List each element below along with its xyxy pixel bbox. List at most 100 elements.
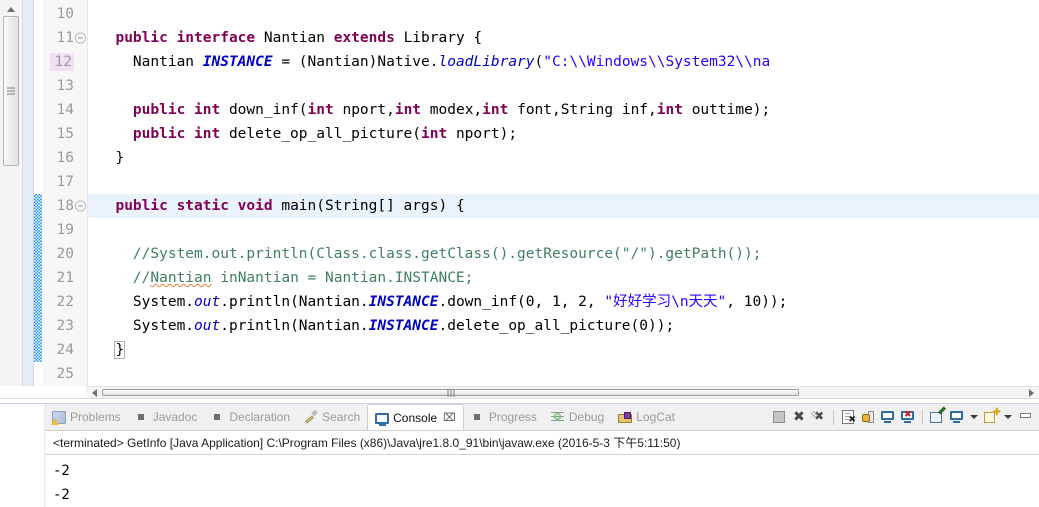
horizontal-scrollbar-thumb[interactable] [102,389,799,396]
tab-progress[interactable]: Progress [464,404,544,430]
code-line-23[interactable]: System.out.println(Nantian.INSTANCE.dele… [88,314,1039,338]
line-number-25[interactable]: 25 [42,362,87,386]
scroll-up-arrow-icon[interactable] [0,2,22,16]
line-number-23[interactable]: 23 [42,314,87,338]
editor-horizontal-scrollbar[interactable] [86,386,1039,398]
code-line-18[interactable]: public static void main(String[] args) { [88,194,1039,218]
line-number-18[interactable]: 18 [42,194,87,218]
scroll-lock-icon [861,410,875,424]
line-number-12[interactable]: 12 [42,50,87,74]
remove-all-terminated-button[interactable] [809,407,829,427]
code-line-15[interactable]: public int delete_op_all_picture(int npo… [88,122,1039,146]
debug-icon [550,410,565,424]
clear-console-button[interactable]: ✖ [838,407,858,427]
token: int [307,102,334,118]
line-number-11[interactable]: 11 [42,26,87,50]
line-number-label: 24 [56,342,74,358]
scroll-right-arrow-icon[interactable] [1023,387,1039,398]
display-selected-console-button[interactable] [947,407,967,427]
remove-launch-icon: ✖ [793,409,805,425]
code-line-12[interactable]: Nantian INSTANCE = (Nantian)Native.loadL… [88,50,1039,74]
line-number-21[interactable]: 21 [42,266,87,290]
code-line-21[interactable]: //Nantian inNantian = Nantian.INSTANCE; [88,266,1039,290]
console-process-label: <terminated> GetInfo [Java Application] … [45,431,1039,455]
line-number-19[interactable]: 19 [42,218,87,242]
token: , 10)); [726,294,788,310]
show-console-err-button[interactable]: ✖ [898,407,918,427]
fold-collapse-icon-18[interactable] [75,200,86,212]
token: out [194,318,221,334]
horizontal-scrollbar-track[interactable] [102,387,1023,398]
scroll-left-arrow-icon[interactable] [86,387,102,398]
open-console-menu[interactable] [1001,407,1015,427]
minimize-button[interactable] [1015,407,1035,427]
problems-icon [51,410,66,425]
tab-javadoc[interactable]: Javadoc [128,404,205,430]
line-number-24[interactable]: 24 [42,338,87,362]
eclipse-window: 10 11 12 13 14 15 16 17 18 19 20 21 22 23 24 25 public … [0,0,1039,507]
console-toolbar: ✖ ✖ ✖ [767,404,1039,430]
line-number-label: 23 [56,318,74,334]
editor-vertical-scrollbar[interactable] [0,0,23,386]
tab-search[interactable]: Search [297,404,367,430]
line-number-16[interactable]: 16 [42,146,87,170]
code-line-22[interactable]: System.out.println(Nantian.INSTANCE.down… [88,290,1039,314]
code-line-14[interactable]: public int down_inf(int nport,int modex,… [88,98,1039,122]
line-number-14[interactable]: 14 [42,98,87,122]
token: int [394,102,422,118]
token: INSTANCE [202,54,273,70]
token: main(String[] args) { [281,198,465,214]
line-number-15[interactable]: 15 [42,122,87,146]
tab-declaration[interactable]: Declaration [204,404,297,430]
display-selected-console-menu[interactable] [967,407,981,427]
code-line-25[interactable] [88,362,1039,386]
chevron-down-icon [970,415,978,419]
code-line-24[interactable]: } [88,338,1039,362]
vertical-scrollbar-thumb[interactable] [3,16,19,166]
console-output[interactable]: -2 -2 [45,455,1039,507]
code-line-13[interactable] [88,74,1039,98]
display-selected-console-icon [950,411,964,423]
toolbar-separator-2 [922,409,923,425]
tab-console[interactable]: Console ⌧ [367,404,464,430]
console-output-line: -2 [53,463,70,479]
code-line-17[interactable] [88,170,1039,194]
remove-launch-button[interactable]: ✖ [789,407,809,427]
token: } [98,150,125,166]
token: INSTANCE [368,294,439,310]
token: modex, [421,102,483,118]
code-text-area[interactable]: public interface Nantian extends Library… [88,0,1039,386]
open-console-button[interactable] [981,407,1001,427]
line-number-label: 22 [56,294,74,310]
code-line-19[interactable] [88,218,1039,242]
fold-collapse-icon-11[interactable] [75,32,86,44]
token: System. [98,294,195,310]
tab-problems[interactable]: Problems [45,404,128,430]
token: // [132,270,151,286]
code-line-16[interactable]: } [88,146,1039,170]
token: extends [333,30,404,46]
token: font,String inf, [508,102,657,118]
chevron-down-icon-2 [1004,415,1012,419]
line-number-17[interactable]: 17 [42,170,87,194]
line-number-10[interactable]: 10 [42,2,87,26]
code-line-10[interactable] [88,2,1039,26]
code-line-20[interactable]: //System.out.println(Class.class.getClas… [88,242,1039,266]
line-number-22[interactable]: 22 [42,290,87,314]
line-number-label: 11 [56,30,74,46]
terminate-button[interactable] [769,407,789,427]
tab-debug[interactable]: Debug [544,404,611,430]
line-number-gutter[interactable]: 10 11 12 13 14 15 16 17 18 19 20 21 22 23 24 25 [42,0,88,386]
line-number-20[interactable]: 20 [42,242,87,266]
pin-console-button[interactable] [927,407,947,427]
close-icon[interactable]: ⌧ [443,411,456,424]
scroll-lock-button[interactable] [858,407,878,427]
minimize-icon [1019,412,1031,422]
line-number-13[interactable]: 13 [42,74,87,98]
token: .println(Nantian. [220,318,369,334]
tab-logcat[interactable]: LogCat [611,404,682,430]
show-console-stdout-icon [881,411,895,423]
code-line-11[interactable]: public interface Nantian extends Library… [88,26,1039,50]
show-console-button[interactable] [878,407,898,427]
